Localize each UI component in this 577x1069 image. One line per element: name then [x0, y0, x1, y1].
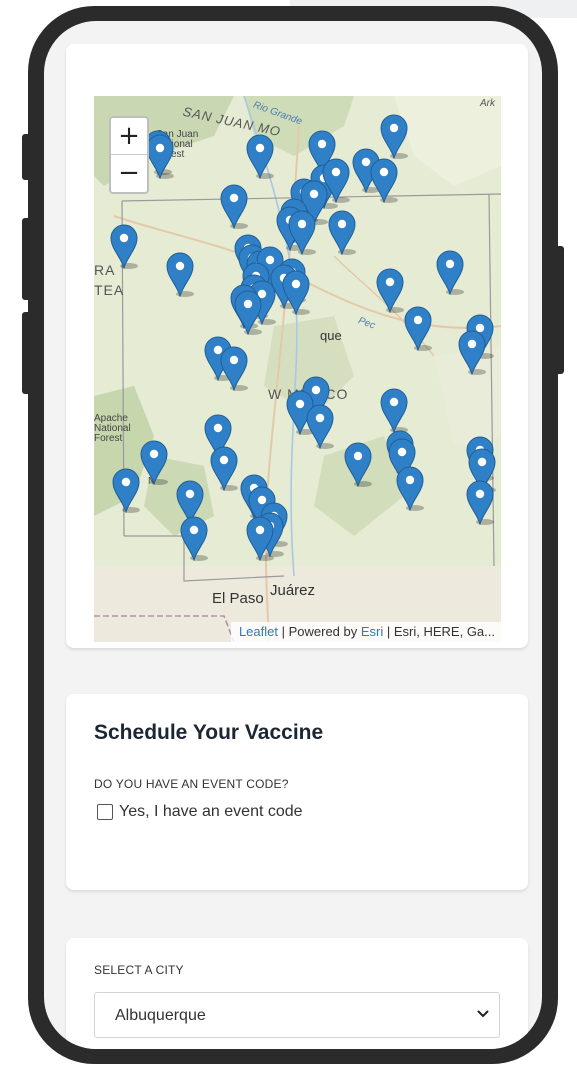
- map-pin-icon[interactable]: [379, 387, 409, 433]
- map-pin-icon[interactable]: [327, 209, 357, 255]
- map-label-juarez: Juárez: [270, 582, 316, 599]
- map-pin-icon[interactable]: [305, 403, 335, 449]
- city-select-value: Albuquerque: [115, 1007, 206, 1024]
- map-label-ark: Ark: [480, 98, 495, 109]
- map-pin-icon[interactable]: [179, 515, 209, 561]
- city-select[interactable]: Albuquerque: [94, 992, 500, 1038]
- map-pin-icon[interactable]: [219, 345, 249, 391]
- map-label-el-paso: El Paso: [212, 590, 264, 607]
- event-code-question: DO YOU HAVE AN EVENT CODE?: [94, 777, 289, 791]
- map-pin-icon[interactable]: [369, 157, 399, 203]
- map-pin-icon[interactable]: [435, 249, 465, 295]
- map-pin-icon[interactable]: [375, 267, 405, 313]
- event-code-checkbox-label[interactable]: Yes, I have an event code: [119, 803, 303, 821]
- map-pin-icon[interactable]: [457, 329, 487, 375]
- phone-frame: SAN JUAN MO San Juan National Forest Rio…: [28, 6, 558, 1064]
- map-label-que: que: [320, 328, 342, 343]
- zoom-in-button[interactable]: +: [111, 118, 147, 155]
- map-pin-icon[interactable]: [465, 479, 495, 525]
- leaflet-link[interactable]: Leaflet: [239, 624, 278, 639]
- attribution-powered-by: | Powered by: [278, 624, 361, 639]
- map-pin-icon[interactable]: [281, 269, 311, 315]
- map-pin-icon[interactable]: [403, 305, 433, 351]
- schedule-card: Schedule Your Vaccine DO YOU HAVE AN EVE…: [66, 694, 528, 890]
- map-pin-icon[interactable]: [343, 441, 373, 487]
- chevron-down-icon: [477, 1010, 489, 1018]
- esri-link[interactable]: Esri: [361, 624, 383, 639]
- map-pin-icon[interactable]: [321, 157, 351, 203]
- map-pin-icon[interactable]: [145, 133, 175, 179]
- map-attribution: Leaflet | Powered by Esri | Esri, HERE, …: [230, 622, 501, 642]
- event-code-checkbox[interactable]: [97, 804, 113, 820]
- map-label-tea: TEA: [94, 282, 125, 298]
- zoom-control: + −: [109, 116, 149, 194]
- phone-screen: SAN JUAN MO San Juan National Forest Rio…: [44, 21, 542, 1049]
- map-pin-icon[interactable]: [139, 439, 169, 485]
- map-pin-icon[interactable]: [245, 133, 275, 179]
- map-pin-icon[interactable]: [209, 445, 239, 491]
- map-pin-icon[interactable]: [111, 467, 141, 513]
- map-label-apache-forest: Apache National Forest: [94, 413, 131, 444]
- attribution-providers: | Esri, HERE, Ga...: [383, 624, 495, 639]
- map-pin-icon[interactable]: [233, 289, 263, 335]
- city-card: SELECT A CITY Albuquerque: [66, 938, 528, 1049]
- schedule-title: Schedule Your Vaccine: [94, 721, 324, 744]
- map-pin-icon[interactable]: [245, 515, 275, 561]
- vaccine-location-map[interactable]: SAN JUAN MO San Juan National Forest Rio…: [94, 96, 501, 642]
- map-pin-icon[interactable]: [219, 183, 249, 229]
- map-pin-icon[interactable]: [109, 223, 139, 269]
- zoom-out-button[interactable]: −: [111, 155, 147, 191]
- map-pin-icon[interactable]: [165, 251, 195, 297]
- map-pin-icon[interactable]: [287, 209, 317, 255]
- select-city-label: SELECT A CITY: [94, 963, 184, 977]
- map-pin-icon[interactable]: [395, 465, 425, 511]
- map-pin-icon[interactable]: [379, 113, 409, 159]
- map-card: SAN JUAN MO San Juan National Forest Rio…: [66, 44, 528, 648]
- event-code-option[interactable]: Yes, I have an event code: [97, 803, 303, 821]
